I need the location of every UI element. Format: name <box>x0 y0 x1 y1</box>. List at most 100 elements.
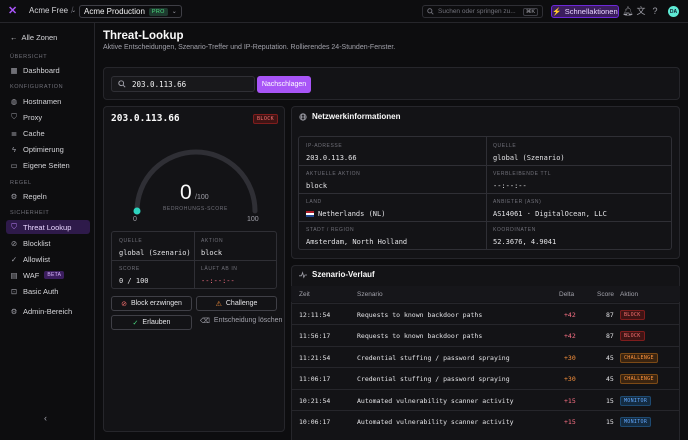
admin-icon: ⚙ <box>10 306 18 316</box>
activity-icon <box>299 270 307 279</box>
action-badge: BLOCK <box>620 331 645 341</box>
divider <box>299 165 671 166</box>
action-badge: BLOCK <box>620 310 645 320</box>
breadcrumb-separator: / <box>71 5 74 15</box>
column-header-scenario: Szenario <box>357 291 383 298</box>
cell-delta: +15 <box>564 397 576 405</box>
sidebar-item-cache[interactable]: ≣ Cache <box>6 126 90 140</box>
cell-time: 10:06:17 <box>299 418 331 426</box>
sidebar-item-dashboard[interactable]: ▦ Dashboard <box>6 63 90 77</box>
gauge-max-label: 100 <box>247 216 259 223</box>
sidebar-item-label: Basic Auth <box>23 286 59 296</box>
shield-search-icon: ⛉ <box>11 222 17 231</box>
field-value: --:--:-- <box>493 182 527 190</box>
sidebar-item-label: Blocklist <box>23 238 51 248</box>
sidebar-item-hostnames[interactable]: ◍ Hostnamen <box>6 94 90 108</box>
column-header-delta: Delta <box>559 291 575 298</box>
sidebar: ← Alle Zonen ÜBERSICHT ▦ Dashboard KONFI… <box>0 23 95 440</box>
sidebar-item-allowlist[interactable]: ✓ Allowlist <box>6 252 90 266</box>
bolt-icon: ϟ <box>12 144 16 154</box>
gauge-track <box>134 149 258 214</box>
ip-input-value: 203.0.113.66 <box>132 79 187 89</box>
button-label: Block erzwingen <box>130 300 182 307</box>
sidebar-item-proxy[interactable]: ⛉ Proxy <box>6 110 90 124</box>
field-label: VERBLEIBENDE TTL <box>493 171 552 177</box>
history-title: Szenario-Verlauf <box>299 270 375 279</box>
cell-time: 11:21:54 <box>299 354 331 362</box>
action-badge: CHALLENGE <box>620 353 658 363</box>
back-to-zones[interactable]: ← Alle Zonen <box>10 33 57 42</box>
plan-badge: PRO <box>148 7 168 16</box>
chevron-down-icon: ⌄ <box>171 9 177 15</box>
sidebar-item-basic-auth[interactable]: ⊡ Basic Auth <box>6 284 90 298</box>
quick-actions-button[interactable]: ⚡ Schnellaktionen <box>551 5 619 18</box>
collapse-sidebar-icon[interactable]: ‹ <box>44 413 47 423</box>
sidebar-item-label: Admin-Bereich <box>23 306 73 316</box>
page-title: Threat-Lookup <box>103 30 184 42</box>
search-icon <box>118 80 126 88</box>
field-value: block <box>306 182 328 190</box>
button-label: Entscheidung löschen <box>213 317 283 324</box>
section-label: REGEL <box>10 180 32 186</box>
sidebar-item-waf[interactable]: ▤ WAF BETA <box>6 268 90 282</box>
cell-delta: +42 <box>564 311 576 319</box>
eraser-icon: ⌫ <box>200 318 210 325</box>
shortcut-hint: ⌘K <box>522 7 538 16</box>
bell-icon[interactable]: 🔔︎ <box>622 6 633 16</box>
ip-search-input[interactable]: 203.0.113.66 <box>111 76 255 92</box>
avatar[interactable]: DA <box>668 6 679 17</box>
section-label: KONFIGURATION <box>10 84 64 90</box>
global-search[interactable]: Suchen oder springen zu... ⌘K <box>422 5 543 18</box>
zone-switcher[interactable]: Acme Production PRO ⌄ <box>79 5 182 18</box>
cell-score: 15 <box>606 397 614 405</box>
sidebar-item-admin[interactable]: ⚙ Admin-Bereich <box>6 304 90 318</box>
search-icon <box>427 8 434 15</box>
ban-icon: ⊘ <box>121 300 127 308</box>
sidebar-item-label: Dashboard <box>23 65 60 75</box>
translate-icon[interactable]: 文 <box>636 6 646 16</box>
sidebar-item-label: Cache <box>23 128 45 138</box>
field-value: global (Szenario) <box>493 154 565 162</box>
org-switcher[interactable]: Acme Free ⌄ <box>29 6 76 15</box>
field-value: Netherlands (NL) <box>318 210 386 218</box>
sidebar-item-blocklist[interactable]: ⊘ Blocklist <box>6 236 90 250</box>
net-field-coords: KOORDINATEN 52.3676, 4.9041 <box>493 227 556 246</box>
net-field-asn: ANBIETER (ASN) AS14061 · DigitalOcean, L… <box>493 199 607 218</box>
sidebar-item-label: Eigene Seiten <box>23 160 70 170</box>
field-value: --:--:-- <box>201 277 235 285</box>
section-label: SICHERHEIT <box>10 210 50 216</box>
sidebar-item-rules[interactable]: ⚙ Regeln <box>6 189 90 203</box>
table-row: 10:21:54 Automated vulnerability scanner… <box>291 389 680 410</box>
lookup-button[interactable]: Nachschlagen <box>257 76 311 93</box>
sidebar-item-label: WAF <box>23 270 40 280</box>
sidebar-item-custom-pages[interactable]: ▭ Eigene Seiten <box>6 158 90 172</box>
check-circle-icon: ✓ <box>132 319 139 327</box>
sidebar-item-optimization[interactable]: ϟ Optimierung <box>6 142 90 156</box>
threat-score-label: BEDROHUNGS-SCORE <box>163 206 228 212</box>
field-source: QUELLE global (Szenario) <box>119 238 191 257</box>
cell-time: 11:06:17 <box>299 375 331 383</box>
challenge-button[interactable]: ⚠ Challenge <box>196 296 277 311</box>
sidebar-item-label: Proxy <box>23 112 43 122</box>
field-value: 52.3676, 4.9041 <box>493 238 557 246</box>
help-icon[interactable]: ? <box>650 6 660 16</box>
cell-scenario: Requests to known backdoor paths <box>357 332 483 340</box>
sidebar-item-label: Hostnamen <box>23 96 62 106</box>
firewall-icon: ▤ <box>10 270 18 280</box>
field-label: LÄUFT AB IN <box>201 266 238 272</box>
field-label: AKTUELLE AKTION <box>306 171 361 177</box>
force-block-button[interactable]: ⊘ Block erzwingen <box>111 296 192 311</box>
page-subtitle: Aktive Entscheidungen, Szenario-Treffer … <box>103 44 396 51</box>
logo-icon[interactable]: ✕ <box>8 6 19 17</box>
allow-button[interactable]: ✓ Erlauben <box>111 315 192 330</box>
warning-icon: ⚠ <box>215 300 222 308</box>
button-label: Erlauben <box>142 319 171 326</box>
database-icon: ≣ <box>10 128 18 138</box>
lock-icon: ⊡ <box>10 286 18 296</box>
net-field-ip: IP-ADRESSE 203.0.113.66 <box>306 143 357 162</box>
summary-fields: QUELLE global (Szenario) AKTION block SC… <box>111 231 277 289</box>
field-label: QUELLE <box>119 238 143 244</box>
sidebar-item-threat-lookup[interactable]: ⛉ Threat Lookup <box>6 220 90 234</box>
top-bar: ✕ Acme Free ⌄ / Acme Production PRO ⌄ Su… <box>0 0 688 23</box>
delete-decision-button[interactable]: ⌫ Entscheidung löschen <box>200 317 282 325</box>
